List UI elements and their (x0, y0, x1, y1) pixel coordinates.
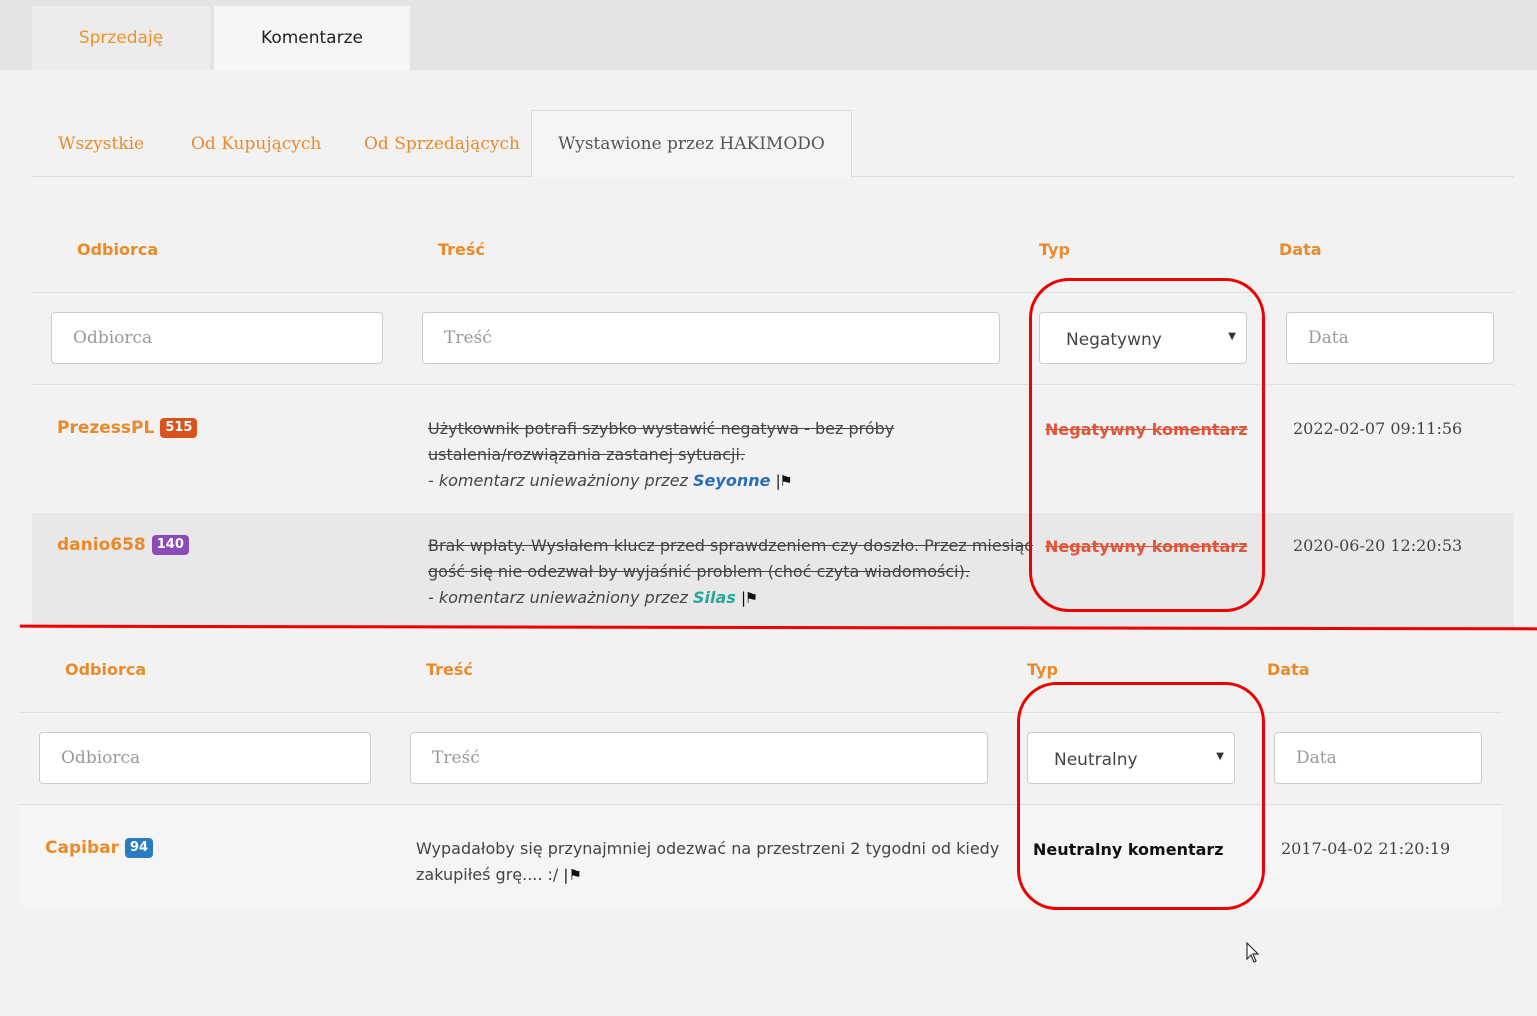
flag-icon[interactable]: |⚑ (741, 589, 757, 607)
content-filter-input[interactable]: Treść (410, 732, 988, 784)
header-content[interactable]: Treść (426, 660, 473, 679)
comment-filter-tabs: Wszystkie Od Kupujących Od Sprzedających… (32, 110, 1514, 178)
comment-text-line: zakupiłeś grę.... :/ (416, 865, 559, 884)
comment-text-line: Użytkownik potrafi szybko wystawić negat… (428, 419, 895, 438)
subtab-wystawione[interactable]: Wystawione przez HAKIMODO (531, 110, 852, 178)
comment-content: Wypadałoby się przynajmniej odezwać na p… (416, 836, 999, 888)
comment-text-line: gość się nie odezwał by wyjaśnić problem… (428, 562, 970, 581)
tab-komentarze[interactable]: Komentarze (214, 6, 410, 70)
recipient-user[interactable]: PrezessPL 515 (57, 418, 198, 438)
recipient-filter-input[interactable]: Odbiorca (39, 732, 371, 784)
invalidation-prefix: - komentarz unieważniony przez (428, 471, 688, 490)
flag-icon[interactable]: |⚑ (776, 472, 792, 490)
header-recipient[interactable]: Odbiorca (65, 660, 146, 679)
moderator-link[interactable]: Seyonne (693, 471, 770, 490)
subtab-wszystkie[interactable]: Wszystkie (58, 110, 144, 177)
header-content[interactable]: Treść (438, 240, 485, 259)
header-type[interactable]: Typ (1027, 660, 1058, 679)
divider (20, 712, 1502, 713)
comment-text-line: Brak wpłaty. Wysłałem klucz przed sprawd… (428, 536, 1034, 555)
comment-date: 2020-06-20 12:20:53 (1293, 536, 1463, 555)
invalidation-note: - komentarz unieważniony przez Silas |⚑ (428, 585, 1033, 611)
annotation-highlight (1029, 278, 1265, 612)
comment-content: Użytkownik potrafi szybko wystawić negat… (428, 416, 894, 494)
reputation-badge: 94 (124, 838, 154, 858)
header-recipient[interactable]: Odbiorca (77, 240, 158, 259)
subtab-od-sprzedajacych[interactable]: Od Sprzedających (364, 110, 520, 177)
invalidation-prefix: - komentarz unieważniony przez (428, 588, 688, 607)
comment-text-line-wrap: zakupiłeś grę.... :/ |⚑ (416, 862, 999, 888)
username-link[interactable]: Capibar (45, 838, 119, 858)
reputation-badge: 140 (151, 535, 189, 555)
username-link[interactable]: danio658 (57, 535, 146, 555)
subtab-od-kupujacych[interactable]: Od Kupujących (191, 110, 321, 177)
mouse-cursor-icon (1246, 941, 1260, 969)
username-link[interactable]: PrezessPL (57, 418, 154, 438)
divider (32, 292, 1514, 293)
reputation-badge: 515 (160, 418, 198, 438)
comment-date: 2017-04-02 21:20:19 (1281, 839, 1451, 858)
header-type[interactable]: Typ (1039, 240, 1070, 259)
recipient-user[interactable]: danio658 140 (57, 535, 189, 555)
date-filter-input[interactable]: Data (1286, 312, 1494, 364)
header-date[interactable]: Data (1279, 240, 1322, 259)
invalidation-note: - komentarz unieważniony przez Seyonne |… (428, 468, 894, 494)
comment-content: Brak wpłaty. Wysłałem klucz przed sprawd… (428, 533, 1033, 611)
top-tab-bar: Sprzedaję Komentarze (0, 0, 1537, 70)
recipient-filter-input[interactable]: Odbiorca (51, 312, 383, 364)
comment-text-line: Wypadałoby się przynajmniej odezwać na p… (416, 839, 1000, 858)
date-filter-input[interactable]: Data (1274, 732, 1482, 784)
comment-text-line: ustalenia/rozwiązania zastanej sytuacji. (428, 445, 745, 464)
tab-sprzedaje[interactable]: Sprzedaję (32, 6, 210, 70)
comment-date: 2022-02-07 09:11:56 (1293, 419, 1463, 438)
content-filter-input[interactable]: Treść (422, 312, 1000, 364)
flag-icon[interactable]: |⚑ (563, 866, 582, 884)
annotation-highlight (1017, 682, 1265, 910)
moderator-link[interactable]: Silas (693, 588, 736, 607)
recipient-user[interactable]: Capibar 94 (45, 838, 154, 858)
header-date[interactable]: Data (1267, 660, 1310, 679)
